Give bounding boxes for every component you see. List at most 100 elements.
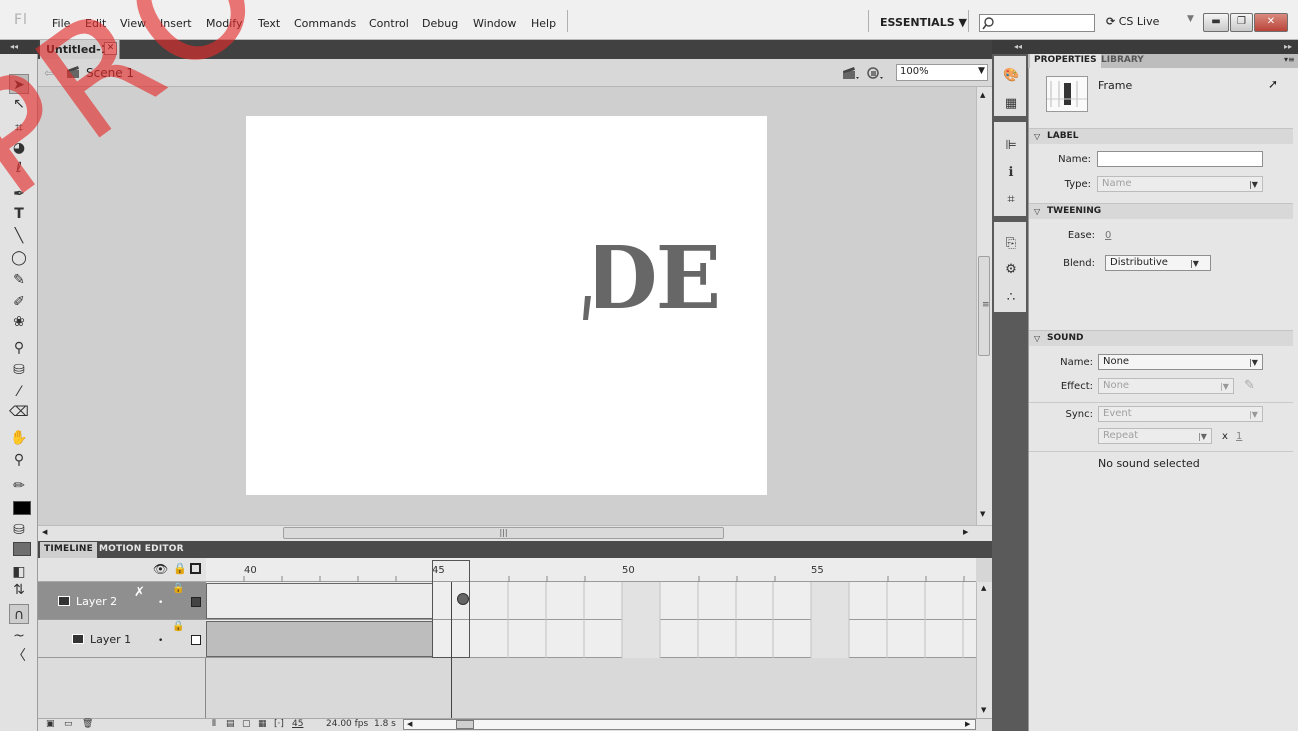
menu-insert[interactable]: Insert [160, 17, 192, 30]
lock-icon[interactable]: 🔒 [172, 583, 184, 594]
outline-color-icon[interactable] [191, 635, 201, 645]
straighten-icon[interactable]: 〈 [9, 646, 29, 666]
zoom-tool-icon[interactable]: ⚲ [9, 450, 29, 470]
tab-library[interactable]: LIBRARY [1097, 54, 1148, 68]
new-folder-icon[interactable]: ▭ [64, 719, 73, 729]
help-icon[interactable]: ➚ [1268, 77, 1278, 91]
line-tool-icon[interactable]: ╲ [9, 226, 29, 246]
label-section-header[interactable]: LABEL [1029, 128, 1293, 144]
tweening-section-header[interactable]: TWEENING [1029, 203, 1293, 219]
close-window-button[interactable]: ✕ [1254, 13, 1288, 32]
timeline-vertical-scrollbar[interactable]: ▲ ▼ [976, 582, 992, 718]
scroll-up-icon[interactable]: ▲ [980, 91, 985, 99]
close-tab-icon[interactable]: ✕ [104, 42, 117, 55]
visibility-dot-icon[interactable]: • [158, 636, 163, 646]
stage-horizontal-scroll-thumb[interactable]: ||| [283, 527, 724, 539]
eyedropper-tool-icon[interactable]: ⁄ [9, 382, 29, 402]
help-search-input[interactable] [979, 14, 1095, 32]
icon-column-header[interactable]: ◂◂ [992, 40, 1028, 54]
menu-commands[interactable]: Commands [294, 17, 356, 30]
scene-breadcrumb[interactable]: Scene 1 [86, 66, 134, 80]
scroll-down-icon[interactable]: ▼ [980, 510, 985, 518]
visibility-dot-icon[interactable]: • [158, 598, 163, 608]
fill-color-swatch[interactable] [13, 542, 31, 556]
transform-panel-icon[interactable]: ⌗ [1003, 192, 1019, 208]
scroll-left-icon[interactable]: ◀ [42, 528, 47, 536]
outline-all-icon[interactable] [190, 563, 201, 574]
pencil-tool-icon[interactable]: ✎ [9, 270, 29, 290]
layer-name[interactable]: Layer 1 [90, 633, 131, 646]
eraser-tool-icon[interactable]: ⌫ [9, 402, 29, 422]
free-transform-tool-icon[interactable]: ⌗ [9, 118, 29, 138]
layer-row[interactable]: Layer 2 ✗ • 🔒 [38, 582, 206, 620]
menu-text[interactable]: Text [258, 17, 280, 30]
lock-all-icon[interactable]: 🔒 [173, 562, 187, 575]
edit-sound-envelope-icon[interactable]: ✎ [1244, 378, 1255, 393]
onion-skin-outlines-icon[interactable]: ▢ [242, 719, 251, 729]
frame-name-input[interactable] [1097, 151, 1263, 167]
edit-multiple-frames-icon[interactable]: ▦ [258, 719, 267, 729]
align-panel-icon[interactable]: ⊫ [1003, 138, 1019, 154]
minimize-button[interactable]: ▬ [1203, 13, 1229, 32]
snap-to-objects-icon[interactable]: ∩ [9, 604, 29, 624]
menu-help[interactable]: Help [531, 17, 556, 30]
tab-timeline[interactable]: TIMELINE [40, 542, 97, 558]
label-type-select[interactable]: Name [1097, 176, 1263, 192]
brush-tool-icon[interactable]: ✐ [9, 292, 29, 312]
menu-edit[interactable]: Edit [85, 17, 106, 30]
swatches-panel-icon[interactable]: ▦ [1003, 96, 1019, 112]
selection-tool-icon[interactable]: ➤ [9, 74, 29, 94]
timeline-scroll-thumb[interactable] [456, 720, 474, 729]
paint-bucket-tool-icon[interactable]: ⛁ [9, 360, 29, 380]
panel-grip-icon[interactable]: ≡ [982, 300, 990, 310]
scroll-up-icon[interactable]: ▲ [981, 584, 986, 592]
properties-header[interactable]: ▸▸ [1028, 40, 1298, 54]
scroll-down-icon[interactable]: ▼ [981, 706, 986, 714]
menu-modify[interactable]: Modify [206, 17, 242, 30]
dropdown-arrow-icon[interactable]: |▼ [1198, 432, 1207, 441]
info-panel-icon[interactable]: ℹ [1003, 165, 1019, 181]
menu-debug[interactable]: Debug [422, 17, 458, 30]
keyframe-icon[interactable] [457, 593, 469, 605]
color-panel-icon[interactable]: 🎨 [1003, 68, 1019, 84]
delete-layer-icon[interactable]: 🗑 [82, 719, 93, 729]
lock-icon[interactable]: 🔒 [172, 621, 184, 632]
ease-value[interactable]: 0 [1105, 230, 1111, 241]
repeat-count-value[interactable]: 1 [1236, 431, 1242, 442]
modify-onion-markers-icon[interactable]: [·] [274, 719, 284, 729]
bone-tool-icon[interactable]: ⚲ [9, 338, 29, 358]
text-tool-icon[interactable]: T [9, 204, 29, 224]
timeline-horizontal-scrollbar[interactable]: ◀ ▶ [403, 719, 976, 730]
stroke-color-swatch[interactable] [13, 501, 31, 515]
restore-button[interactable]: ❐ [1230, 13, 1253, 32]
stroke-color-icon[interactable]: ✏ [9, 476, 29, 496]
collapse-triangle-icon[interactable]: ▽ [1034, 334, 1040, 343]
black-white-icon[interactable]: ◧ [9, 562, 29, 582]
components-panel-icon[interactable]: ⚙ [1003, 262, 1019, 278]
motion-presets-panel-icon[interactable]: ∴ [1003, 290, 1019, 306]
smooth-icon[interactable]: ~ [9, 626, 29, 646]
pen-tool-icon[interactable]: ✒ [9, 184, 29, 204]
stage-text-object[interactable]: DE [583, 236, 721, 322]
tools-panel-header[interactable]: ◂◂ [0, 40, 38, 54]
edit-scene-icon[interactable] [842, 65, 860, 81]
panel-menu-icon[interactable]: ▾≡ [1284, 55, 1295, 64]
scroll-right-icon[interactable]: ▶ [963, 528, 968, 536]
effect-select[interactable]: None [1098, 378, 1234, 394]
repeat-select[interactable]: Repeat [1098, 428, 1212, 444]
fill-color-icon[interactable]: ⛁ [9, 520, 29, 540]
dropdown-arrow-icon[interactable]: |▼ [1249, 358, 1258, 367]
sync-select[interactable]: Event [1098, 406, 1263, 422]
current-frame-value[interactable]: 45 [292, 719, 303, 729]
subselection-tool-icon[interactable]: ↖ [9, 94, 29, 114]
dropdown-arrow-icon[interactable]: |▼ [1249, 410, 1258, 419]
tab-motion-editor[interactable]: MOTION EDITOR [95, 542, 188, 558]
menu-file[interactable]: File [52, 17, 70, 30]
dropdown-arrow-icon[interactable]: |▼ [1220, 382, 1229, 391]
edit-symbols-icon[interactable] [866, 65, 884, 81]
menu-view[interactable]: View [120, 17, 146, 30]
cs-live-dropdown-icon[interactable]: ▼ [1187, 14, 1194, 24]
actions-panel-icon[interactable]: ⎘ [1003, 236, 1019, 252]
sound-name-select[interactable]: None [1098, 354, 1263, 370]
menu-window[interactable]: Window [473, 17, 516, 30]
